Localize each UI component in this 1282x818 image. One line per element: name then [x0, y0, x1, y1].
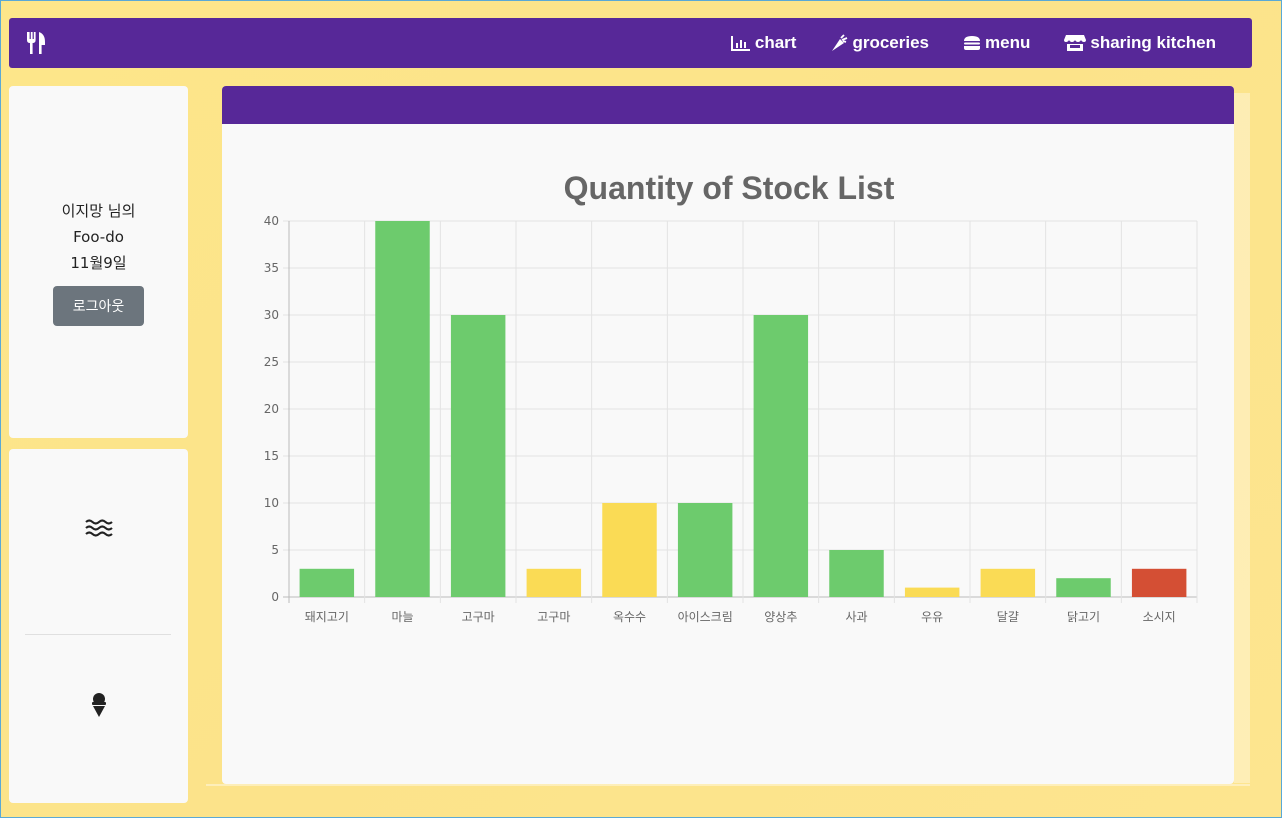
bar-3: [526, 568, 582, 597]
profile-card: 이지망 님의 Foo-do 11월9일 로그아웃: [9, 86, 188, 438]
x-tick-label: 고구마: [537, 610, 570, 624]
brand-logo[interactable]: [25, 30, 49, 56]
chart-line-icon: [730, 36, 750, 51]
bar-5: [677, 503, 733, 597]
bar-9: [980, 568, 1036, 597]
y-tick-label: 35: [264, 261, 279, 275]
x-tick-label: 달걀: [997, 610, 1019, 624]
y-tick-label: 10: [264, 496, 279, 510]
x-tick-label: 마늘: [391, 610, 413, 624]
bar-6: [753, 315, 809, 597]
nav-link-groceries[interactable]: groceries: [830, 33, 929, 53]
nav-links: chart groceries menu sharing kitchen: [697, 33, 1216, 53]
nav-link-label: chart: [754, 33, 797, 52]
y-tick-label: 40: [264, 214, 279, 228]
chart-panel-header: [222, 86, 1234, 124]
current-date: 11월9일: [70, 254, 127, 272]
bar-11: [1131, 568, 1187, 597]
x-tick-label: 옥수수: [613, 610, 646, 624]
ice-cream-icon: [91, 693, 106, 717]
store-icon: [1064, 35, 1087, 51]
top-navbar: chart groceries menu sharing kitchen: [9, 18, 1252, 68]
y-tick-label: 25: [264, 355, 279, 369]
bar-7: [829, 550, 884, 597]
water-icon: [84, 519, 113, 537]
nav-link-sharing-kitchen[interactable]: sharing kitchen: [1064, 33, 1216, 53]
logout-button[interactable]: 로그아웃: [53, 286, 144, 326]
y-tick-label: 0: [271, 590, 279, 604]
x-tick-label: 닭고기: [1067, 610, 1100, 624]
nav-link-label: menu: [985, 33, 1031, 52]
utensils-icon: [27, 32, 45, 54]
carrot-icon: [832, 34, 848, 51]
side-menu-item-ice-cream[interactable]: [9, 691, 188, 719]
stock-bar-chart: Quantity of Stock List 0 5 10 15 20 25 30 35 40 돼…: [264, 170, 1198, 624]
y-tick-label: 5: [271, 543, 279, 557]
x-tick-label: 소시지: [1143, 610, 1176, 624]
bar-0: [299, 568, 355, 597]
x-tick-label: 양상추: [764, 610, 797, 624]
profile-greeting: 이지망 님의: [61, 202, 136, 220]
bar-1: [375, 221, 430, 597]
x-tick-label: 우유: [921, 610, 943, 624]
bar-2: [450, 315, 506, 597]
x-tick-label: 사과: [845, 610, 867, 624]
chart-panel: Quantity of Stock List 0 5 10 15 20 25 30 35 40 돼…: [222, 86, 1234, 784]
panel-edge: [1234, 93, 1250, 783]
side-menu-item-water[interactable]: [9, 515, 188, 541]
x-tick-label: 돼지고기: [305, 610, 349, 624]
panel-edge-bottom: [206, 784, 1250, 786]
nav-link-chart[interactable]: chart: [730, 33, 797, 53]
hamburger-icon: [964, 36, 981, 50]
side-menu-card: [9, 449, 188, 803]
x-tick-label: 아이스크림: [678, 610, 733, 624]
y-tick-label: 30: [264, 308, 279, 322]
app-name: Foo-do: [73, 228, 124, 246]
bar-8: [904, 587, 960, 597]
nav-link-label: groceries: [852, 33, 930, 52]
y-tick-label: 20: [264, 402, 279, 416]
bar-4: [602, 503, 657, 597]
nav-link-menu[interactable]: menu: [963, 33, 1030, 53]
side-menu-divider: [25, 634, 171, 635]
bar-10: [1056, 578, 1111, 597]
x-tick-label: 고구마: [462, 610, 495, 624]
nav-link-label: sharing kitchen: [1090, 33, 1216, 52]
y-tick-label: 15: [264, 449, 279, 463]
chart-title: Quantity of Stock List: [564, 170, 895, 206]
